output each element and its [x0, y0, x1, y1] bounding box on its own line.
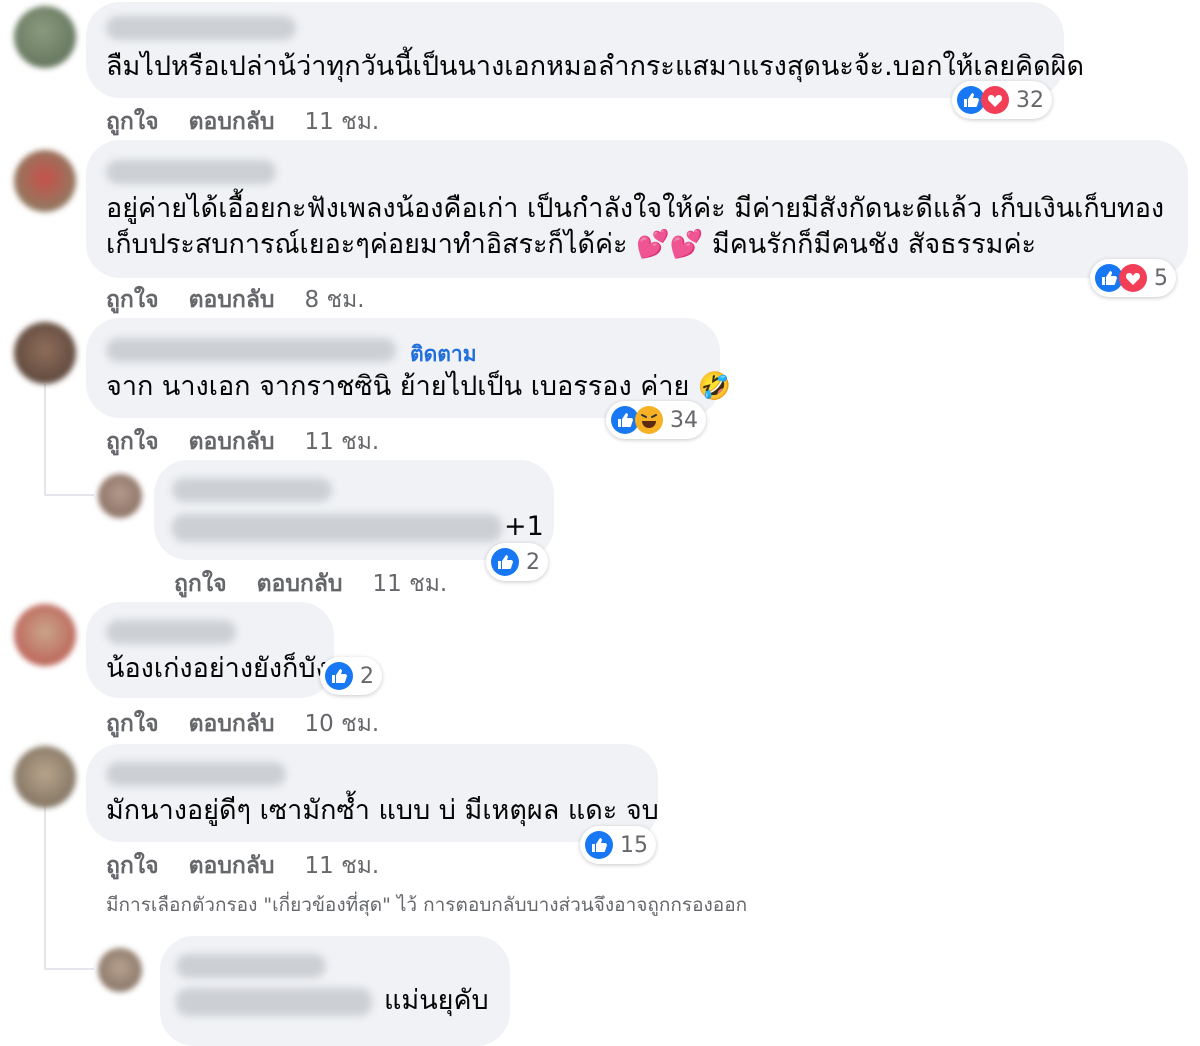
- love-icon: [1118, 263, 1148, 293]
- reaction-summary[interactable]: 5: [1090, 259, 1176, 297]
- reaction-summary[interactable]: 2: [320, 657, 382, 695]
- comment-actions: ถูกใจ ตอบกลับ 11 ชม.: [106, 424, 409, 460]
- reaction-count: 5: [1154, 265, 1168, 291]
- commenter-name[interactable]: [176, 954, 326, 978]
- reply-button[interactable]: ตอบกลับ: [189, 104, 275, 140]
- reaction-count: 2: [360, 663, 374, 689]
- comment-text: +1: [504, 511, 544, 542]
- commenter-name[interactable]: [106, 160, 276, 184]
- timestamp[interactable]: 8 ชม.: [305, 282, 365, 318]
- like-button[interactable]: ถูกใจ: [106, 424, 159, 460]
- reply-button[interactable]: ตอบกลับ: [189, 706, 275, 742]
- thread-branch: [44, 494, 94, 496]
- like-button[interactable]: ถูกใจ: [106, 848, 159, 884]
- reply-button[interactable]: ตอบกลับ: [257, 566, 343, 602]
- thread-branch: [44, 968, 94, 970]
- filter-notice: มีการเลือกตัวกรอง "เกี่ยวข้องที่สุด" ไว้…: [106, 894, 748, 916]
- comment-text: เก็บประสบการณ์เยอะๆค่อยมาทำอิสระก็ได้ค่ะ…: [106, 229, 1037, 260]
- mentioned-name[interactable]: [172, 514, 502, 542]
- comment-text: น้องเก่งอย่างยังก็บัง: [106, 653, 329, 684]
- timestamp[interactable]: 10 ชม.: [305, 706, 380, 742]
- comment-text: อยู่ค่ายได้เอื้อยกะฟังเพลงน้องคือเก่า เป…: [106, 193, 1165, 224]
- reaction-count: 32: [1016, 87, 1044, 113]
- avatar[interactable]: [14, 604, 76, 666]
- reply-button[interactable]: ตอบกลับ: [189, 282, 275, 318]
- follow-link[interactable]: ติดตาม: [410, 338, 477, 371]
- timestamp[interactable]: 11 ชม.: [305, 424, 380, 460]
- reply-button[interactable]: ตอบกลับ: [189, 848, 275, 884]
- comment-actions: ถูกใจ ตอบกลับ 11 ชม.: [174, 566, 477, 602]
- comment-actions: ถูกใจ ตอบกลับ 11 ชม.: [106, 104, 409, 140]
- timestamp[interactable]: 11 ชม.: [305, 104, 380, 140]
- like-icon: [490, 547, 520, 577]
- avatar[interactable]: [98, 474, 142, 518]
- like-button[interactable]: ถูกใจ: [174, 566, 227, 602]
- like-icon: [584, 830, 614, 860]
- reaction-count: 2: [526, 549, 540, 575]
- reaction-summary[interactable]: 2: [486, 543, 548, 581]
- reaction-summary[interactable]: 15: [580, 826, 656, 864]
- comment-actions: ถูกใจ ตอบกลับ 10 ชม.: [106, 706, 409, 742]
- mentioned-name[interactable]: [176, 988, 372, 1016]
- reaction-count: 34: [670, 407, 698, 433]
- avatar[interactable]: [14, 150, 76, 212]
- like-button[interactable]: ถูกใจ: [106, 282, 159, 318]
- like-icon: [324, 661, 354, 691]
- commenter-name[interactable]: [172, 478, 332, 502]
- avatar[interactable]: [14, 746, 76, 808]
- avatar[interactable]: [14, 322, 76, 384]
- comment-actions: ถูกใจ ตอบกลับ 11 ชม.: [106, 848, 409, 884]
- like-button[interactable]: ถูกใจ: [106, 104, 159, 140]
- commenter-name[interactable]: [106, 16, 296, 40]
- avatar[interactable]: [14, 6, 76, 68]
- comment-text: มักนางอยู่ดีๆ เซามักซ้ำ แบบ บ่ มีเหตุผล …: [106, 795, 659, 826]
- commenter-name[interactable]: [106, 762, 286, 786]
- avatar[interactable]: [98, 948, 142, 992]
- timestamp[interactable]: 11 ชม.: [305, 848, 380, 884]
- like-button[interactable]: ถูกใจ: [106, 706, 159, 742]
- comment-actions: ถูกใจ ตอบกลับ 8 ชม.: [106, 282, 395, 318]
- love-icon: [980, 85, 1010, 115]
- thread-line: [44, 384, 46, 494]
- commenter-name[interactable]: [106, 338, 396, 362]
- reaction-summary[interactable]: 34: [606, 401, 706, 439]
- timestamp[interactable]: 11 ชม.: [373, 566, 448, 602]
- commenter-name[interactable]: [106, 620, 236, 644]
- haha-icon: [634, 405, 664, 435]
- comment-text: แม่นยุคับ: [384, 985, 489, 1016]
- reaction-summary[interactable]: 32: [952, 81, 1052, 119]
- comment-text: ลืมไปหรือเปล่าน้ว่าทุกวันนี้เป็นนางเอกหม…: [106, 51, 1084, 82]
- reply-button[interactable]: ตอบกลับ: [189, 424, 275, 460]
- reaction-count: 15: [620, 832, 648, 858]
- thread-line: [44, 800, 46, 970]
